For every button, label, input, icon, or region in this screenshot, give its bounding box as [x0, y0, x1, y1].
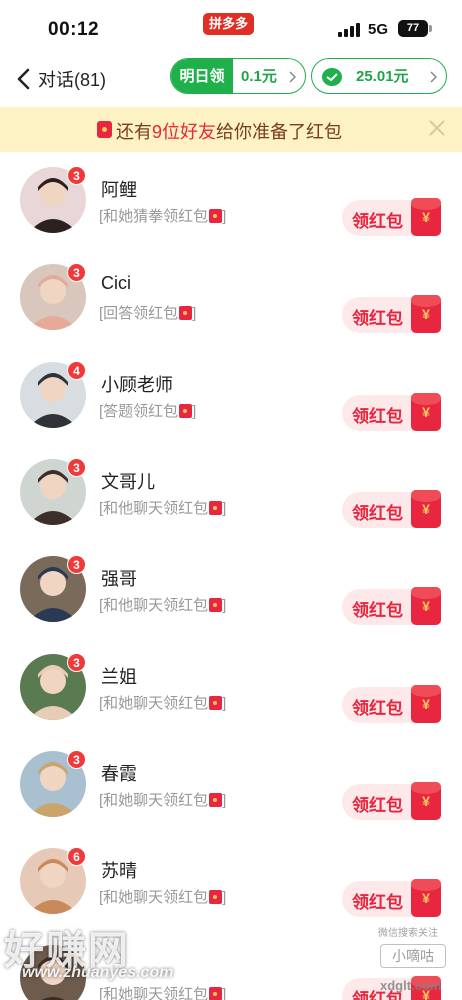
contact-row[interactable]: 6 苏晴 [和她聊天领红包] 领红包 ¥ — [0, 833, 462, 930]
contact-name: 强哥 — [101, 569, 137, 590]
claim-red-packet-button[interactable]: 领红包 ¥ — [342, 295, 441, 334]
contact-subtitle: [和他聊天领红包] — [99, 499, 227, 517]
app-badge: 拼多多 — [203, 13, 255, 35]
unread-badge: 3 — [67, 749, 86, 769]
unread-badge: 3 — [67, 263, 86, 283]
nav-bar: 对话(81) 明日领 0.1元 25.01元 — [0, 58, 462, 104]
claim-red-packet-button[interactable]: 领红包 ¥ — [342, 392, 441, 431]
red-packet-icon — [209, 500, 223, 515]
contact-row[interactable]: 3 Cici [回答领红包] 领红包 ¥ — [0, 249, 462, 346]
red-packet-icon: ¥ — [411, 489, 441, 528]
claim-label: 领红包 — [352, 698, 403, 718]
contact-subtitle: [回答领红包] — [99, 305, 197, 323]
red-packet-icon: ¥ — [411, 781, 441, 820]
red-packet-icon: ¥ — [411, 392, 441, 431]
unread-badge: 3 — [67, 555, 86, 575]
unread-badge: 3 — [67, 166, 86, 185]
chevron-right-icon — [430, 71, 437, 83]
contact-row[interactable]: 3 阿鲤 [和她猜拳领红包] 领红包 ¥ — [0, 152, 462, 249]
wallet-value: 25.01元 — [356, 68, 409, 85]
red-packet-icon: ¥ — [411, 295, 441, 334]
red-packet-icon — [209, 695, 223, 710]
watermark-logo: 小嘀咕 — [380, 944, 446, 968]
unread-badge: 3 — [67, 457, 86, 477]
red-packet-icon — [209, 890, 223, 905]
contact-name: 阿鲤 — [101, 180, 137, 200]
battery-tip — [429, 25, 432, 32]
claim-label: 领红包 — [352, 795, 403, 815]
contact-subtitle: [和他聊天领红包] — [99, 597, 227, 615]
contact-subtitle: [答题领红包] — [99, 402, 197, 420]
claim-red-packet-button[interactable]: 领红包 ¥ — [342, 198, 441, 236]
back-icon[interactable] — [14, 66, 36, 92]
network-label: 5G — [368, 21, 389, 38]
red-packet-icon: ¥ — [411, 879, 441, 918]
tomorrow-reward-button[interactable]: 明日领 0.1元 — [170, 58, 306, 94]
page-title: 对话(81) — [38, 70, 107, 90]
contact-subtitle: [和她聊天领红包] — [99, 791, 227, 809]
close-icon[interactable] — [428, 119, 446, 137]
contact-name: Cici — [101, 273, 131, 294]
claim-label: 领红包 — [352, 309, 403, 329]
red-packet-icon — [179, 403, 193, 418]
chevron-right-icon — [289, 71, 296, 83]
banner-text: 还有9位好友给你准备了红包 — [116, 122, 343, 142]
contact-row[interactable]: 3 文哥儿 [和他聊天领红包] 领红包 ¥ — [0, 444, 462, 541]
claim-label: 领红包 — [352, 406, 403, 426]
watermark-site: xdglt.com — [380, 978, 442, 993]
claim-label: 领红包 — [352, 893, 403, 913]
battery-icon: 77 — [398, 20, 428, 37]
red-packet-icon: ¥ — [411, 587, 441, 626]
red-packet-icon — [97, 121, 112, 138]
claim-red-packet-button[interactable]: 领红包 ¥ — [342, 489, 441, 528]
claim-label: 领红包 — [352, 503, 403, 523]
claim-red-packet-button[interactable]: 领红包 ¥ — [342, 684, 441, 723]
red-packet-icon — [209, 598, 223, 613]
contact-name: 文哥儿 — [101, 471, 155, 492]
contact-name: 兰姐 — [101, 666, 137, 687]
claim-red-packet-button[interactable]: 领红包 ¥ — [342, 587, 441, 626]
unread-badge: 3 — [67, 652, 86, 672]
red-packet-icon — [179, 306, 193, 321]
banner-highlight: 9位好友 — [152, 122, 217, 142]
red-packet-icon: ¥ — [411, 684, 441, 723]
claim-label: 领红包 — [352, 212, 403, 231]
wallet-icon — [322, 68, 342, 86]
watermark-caption: 微信搜索关注 — [378, 928, 438, 939]
contact-name: 春霞 — [101, 763, 137, 784]
claim-red-packet-button[interactable]: 领红包 ¥ — [342, 781, 441, 820]
status-bar: 00:12 拼多多 5G 77 — [0, 0, 462, 58]
contact-row[interactable]: 3 强哥 [和他聊天领红包] 领红包 ¥ — [0, 541, 462, 638]
watermark-url: www.zhuanyes.com — [22, 964, 174, 981]
status-time: 00:12 — [48, 19, 100, 40]
unread-badge: 4 — [67, 360, 86, 380]
tomorrow-label: 明日领 — [171, 59, 233, 93]
wallet-balance-button[interactable]: 25.01元 — [311, 58, 447, 94]
red-packet-icon — [209, 209, 223, 223]
contact-row[interactable]: 3 春霞 [和她聊天领红包] 领红包 ¥ — [0, 736, 462, 833]
contact-subtitle: [和她聊天领红包] — [99, 889, 227, 907]
contact-row[interactable]: 4 小顾老师 [答题领红包] 领红包 ¥ — [0, 347, 462, 444]
contact-subtitle: [和她聊天领红包] — [99, 694, 227, 712]
contact-row[interactable]: 3 兰姐 [和她聊天领红包] 领红包 ¥ — [0, 639, 462, 736]
unread-badge: 6 — [67, 847, 86, 867]
contact-name: 苏晴 — [101, 861, 137, 882]
claim-label: 领红包 — [352, 601, 403, 621]
red-packet-banner[interactable]: 还有9位好友给你准备了红包 — [0, 107, 462, 152]
claim-red-packet-button[interactable]: 领红包 ¥ — [342, 879, 441, 918]
contact-subtitle: [和她聊天领红包] — [99, 986, 227, 1000]
red-packet-icon — [209, 792, 223, 807]
contact-name: 小顾老师 — [101, 374, 173, 395]
red-packet-icon — [209, 987, 223, 1000]
contact-subtitle: [和她猜拳领红包] — [99, 208, 227, 225]
signal-icon — [338, 23, 360, 37]
red-packet-icon: ¥ — [411, 198, 441, 236]
tomorrow-value: 0.1元 — [241, 68, 277, 85]
